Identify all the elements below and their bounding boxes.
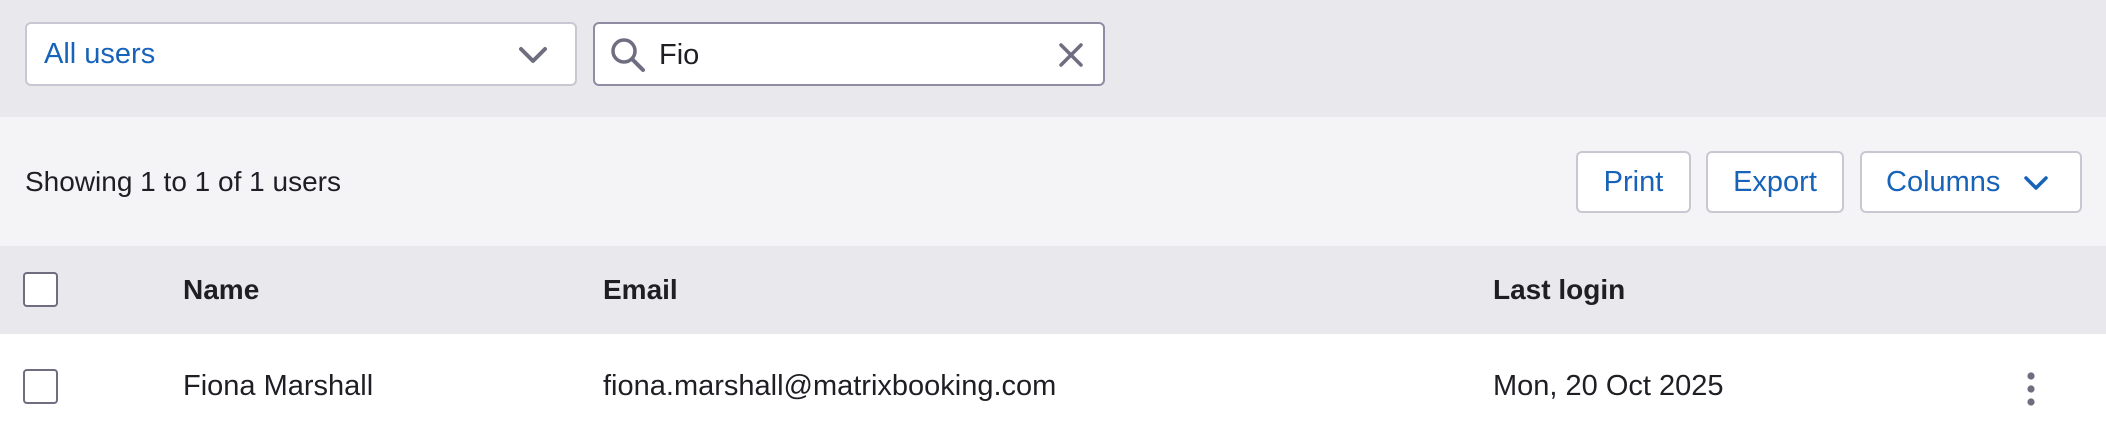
select-all-checkbox[interactable] — [23, 272, 58, 307]
kebab-menu-icon[interactable] — [2016, 369, 2046, 409]
print-button-label: Print — [1603, 165, 1664, 198]
row-checkbox[interactable] — [23, 369, 58, 404]
column-header-last-login[interactable]: Last login — [1493, 246, 1625, 334]
user-filter-select[interactable]: All users — [25, 22, 577, 86]
table-row[interactable]: Fiona Marshall fiona.marshall@matrixbook… — [0, 334, 2106, 429]
export-button-label: Export — [1733, 165, 1817, 198]
filter-bar: All users — [0, 0, 2106, 117]
table-header: Name Email Last login — [0, 246, 2106, 334]
chevron-down-icon — [519, 47, 547, 63]
column-header-email[interactable]: Email — [603, 246, 678, 334]
print-button[interactable]: Print — [1576, 151, 1691, 213]
column-header-name[interactable]: Name — [183, 246, 259, 334]
columns-button-label: Columns — [1886, 165, 2001, 198]
user-filter-value: All users — [44, 37, 156, 70]
user-email: fiona.marshall@matrixbooking.com — [603, 370, 1057, 402]
user-name: Fiona Marshall — [183, 370, 374, 402]
columns-button[interactable]: Columns — [1860, 151, 2082, 213]
chevron-down-icon — [2024, 176, 2048, 190]
search-icon — [611, 38, 645, 72]
user-last-login: Mon, 20 Oct 2025 — [1493, 370, 1724, 402]
clear-icon[interactable] — [1057, 41, 1085, 69]
search-box — [593, 22, 1105, 86]
search-input[interactable] — [659, 34, 1039, 76]
export-button[interactable]: Export — [1706, 151, 1844, 213]
table-toolbar: Showing 1 to 1 of 1 users Print Export C… — [0, 117, 2106, 246]
results-count: Showing 1 to 1 of 1 users — [25, 165, 341, 197]
